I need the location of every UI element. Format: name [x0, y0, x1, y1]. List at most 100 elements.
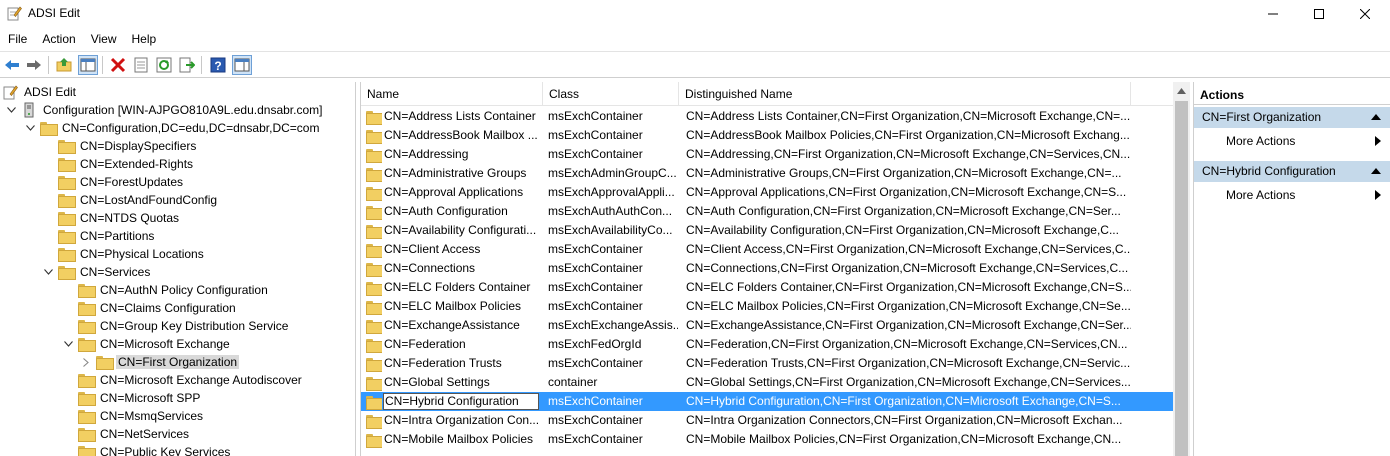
tree-item[interactable]: CN=AuthN Policy Configuration: [62, 281, 270, 299]
vertical-scrollbar[interactable]: [1173, 82, 1190, 456]
action-group-first-organization[interactable]: CN=First Organization: [1194, 107, 1390, 128]
up-folder-icon[interactable]: [54, 55, 74, 75]
delete-icon[interactable]: [108, 55, 128, 75]
more-actions-hybrid-configuration[interactable]: More Actions: [1194, 185, 1390, 205]
tree-item[interactable]: Configuration [WIN-AJPGO810A9L.edu.dnsab…: [5, 101, 324, 119]
collapse-triangle-icon[interactable]: [1371, 114, 1381, 120]
forward-arrow-icon[interactable]: [24, 55, 44, 75]
close-button[interactable]: [1342, 0, 1388, 28]
list-row[interactable]: CN=Approval Applications msExchApprovalAp…: [361, 183, 1173, 202]
list-cell-name: CN=Availability Configurati...: [384, 223, 537, 237]
details-list[interactable]: Name Class Distinguished Name CN=Address…: [360, 82, 1190, 456]
menu-action[interactable]: Action: [34, 32, 82, 46]
tree-item-label: CN=Microsoft Exchange: [100, 337, 230, 351]
minimize-button[interactable]: [1250, 0, 1296, 28]
tree-item[interactable]: CN=Microsoft Exchange Autodiscover: [62, 371, 304, 389]
list-row[interactable]: CN=ELC Mailbox Policies msExchContainer CN…: [361, 297, 1173, 316]
server-icon: [21, 102, 37, 118]
list-row[interactable]: CN=Availability Configurati... msExchAvai…: [361, 221, 1173, 240]
submenu-arrow-icon: [1375, 136, 1381, 146]
tree-item-label: CN=NTDS Quotas: [80, 211, 180, 225]
chevron-down-icon[interactable]: [62, 338, 74, 350]
folder-icon: [366, 299, 382, 315]
action-group-hybrid-configuration[interactable]: CN=Hybrid Configuration: [1194, 161, 1390, 182]
tree-item[interactable]: CN=Partitions: [42, 227, 156, 245]
tree-item[interactable]: CN=Group Key Distribution Service: [62, 317, 290, 335]
svg-text:?: ?: [214, 59, 221, 73]
list-row[interactable]: CN=ELC Folders Container msExchContainer C…: [361, 278, 1173, 297]
list-row[interactable]: CN=AddressBook Mailbox ... msExchContaine…: [361, 126, 1173, 145]
list-row[interactable]: CN=Mobile Mailbox Policies msExchContaine…: [361, 430, 1173, 449]
tree-item[interactable]: CN=LostAndFoundConfig: [42, 191, 219, 209]
adsi-edit-app-icon: [6, 5, 22, 21]
list-row[interactable]: CN=Client Access msExchContainer CN=Client…: [361, 240, 1173, 259]
export-list-icon[interactable]: [177, 55, 197, 75]
menu-view[interactable]: View: [83, 32, 124, 46]
list-row[interactable]: CN=ExchangeAssistance msExchExchangeAssis…: [361, 316, 1173, 335]
tree-item-label: CN=AuthN Policy Configuration: [100, 283, 268, 297]
tree-item[interactable]: CN=Public Key Services: [62, 443, 232, 456]
help-icon[interactable]: ?: [208, 55, 228, 75]
show-hide-action-pane-icon[interactable]: [232, 55, 252, 75]
list-row[interactable]: CN=Connections msExchContainer CN=Connecti…: [361, 259, 1173, 278]
list-row[interactable]: CN=Intra Organization Con... msExchContai…: [361, 411, 1173, 430]
chevron-down-icon[interactable]: [24, 122, 36, 134]
chevron-down-icon[interactable]: [5, 104, 17, 116]
menu-help[interactable]: Help: [124, 32, 164, 46]
chevron-down-icon[interactable]: [42, 266, 54, 278]
list-cell-name: CN=Addressing: [384, 147, 469, 161]
list-row[interactable]: CN=Addressing msExchContainer CN=Addressin…: [361, 145, 1173, 164]
tree-item[interactable]: CN=Microsoft SPP: [62, 389, 202, 407]
maximize-button[interactable]: [1296, 0, 1342, 28]
column-header-name[interactable]: Name: [361, 82, 543, 106]
refresh-icon[interactable]: [154, 55, 174, 75]
tree-item[interactable]: CN=Physical Locations: [42, 245, 206, 263]
tree-item[interactable]: CN=NetServices: [62, 425, 191, 443]
properties-icon[interactable]: [131, 55, 151, 75]
list-row[interactable]: CN=Global Settings container CN=Global Set…: [361, 373, 1173, 392]
folder-icon: [366, 261, 382, 277]
tree-item-label: CN=MsmqServices: [100, 409, 204, 423]
tree-item[interactable]: CN=First Organization: [80, 353, 240, 371]
scroll-up-icon[interactable]: [1173, 82, 1190, 99]
list-row[interactable]: CN=Auth Configuration msExchAuthAuthCon..…: [361, 202, 1173, 221]
more-actions-first-organization[interactable]: More Actions: [1194, 131, 1390, 151]
list-cell-distinguished-name: CN=Administrative Groups,CN=First Organi…: [686, 166, 1122, 180]
back-arrow-icon[interactable]: [2, 55, 22, 75]
column-header-class[interactable]: Class: [543, 82, 679, 106]
chevron-right-icon[interactable]: [80, 356, 92, 368]
column-header-distinguished-name[interactable]: Distinguished Name: [679, 82, 1131, 106]
list-row[interactable]: CN=Address Lists Container msExchContaine…: [361, 107, 1173, 126]
tree-item[interactable]: CN=MsmqServices: [62, 407, 205, 425]
list-cell-class: msExchAvailabilityCo...: [548, 223, 673, 237]
tree-item[interactable]: CN=DisplaySpecifiers: [42, 137, 198, 155]
list-cell-class: msExchContainer: [548, 261, 643, 275]
menu-file[interactable]: File: [0, 32, 34, 46]
show-hide-console-tree-icon[interactable]: [78, 55, 98, 75]
collapse-triangle-icon[interactable]: [1371, 168, 1381, 174]
tree-item[interactable]: CN=Microsoft Exchange: [62, 335, 232, 353]
list-cell-distinguished-name: CN=Connections,CN=First Organization,CN=…: [686, 261, 1129, 275]
list-row[interactable]: CN=Hybrid Configuration msExchContainer CN…: [361, 392, 1173, 411]
list-row[interactable]: CN=Administrative Groups msExchAdminGroup…: [361, 164, 1173, 183]
tree-item-label: ADSI Edit: [24, 85, 77, 99]
scrollbar-thumb[interactable]: [1175, 101, 1188, 456]
list-row[interactable]: CN=Federation msExchFedOrgId CN=Federation…: [361, 335, 1173, 354]
tree-item[interactable]: CN=Extended-Rights: [42, 155, 195, 173]
list-cell-name: CN=AddressBook Mailbox ...: [384, 128, 538, 142]
tree-item[interactable]: CN=Claims Configuration: [62, 299, 238, 317]
tree-item[interactable]: CN=Configuration,DC=edu,DC=dnsabr,DC=com: [24, 119, 321, 137]
tree-item[interactable]: CN=ForestUpdates: [42, 173, 185, 191]
folder-icon: [366, 204, 382, 220]
list-cell-class: msExchApprovalAppli...: [548, 185, 675, 199]
tree-item[interactable]: CN=Services: [42, 263, 152, 281]
list-row[interactable]: CN=Federation Trusts msExchContainer CN=Fe…: [361, 354, 1173, 373]
console-tree[interactable]: ADSI Edit Configuration [WIN-AJPGO810A9L.…: [0, 82, 356, 456]
tree-item[interactable]: ADSI Edit: [2, 83, 78, 101]
tree-item[interactable]: CN=NTDS Quotas: [42, 209, 181, 227]
